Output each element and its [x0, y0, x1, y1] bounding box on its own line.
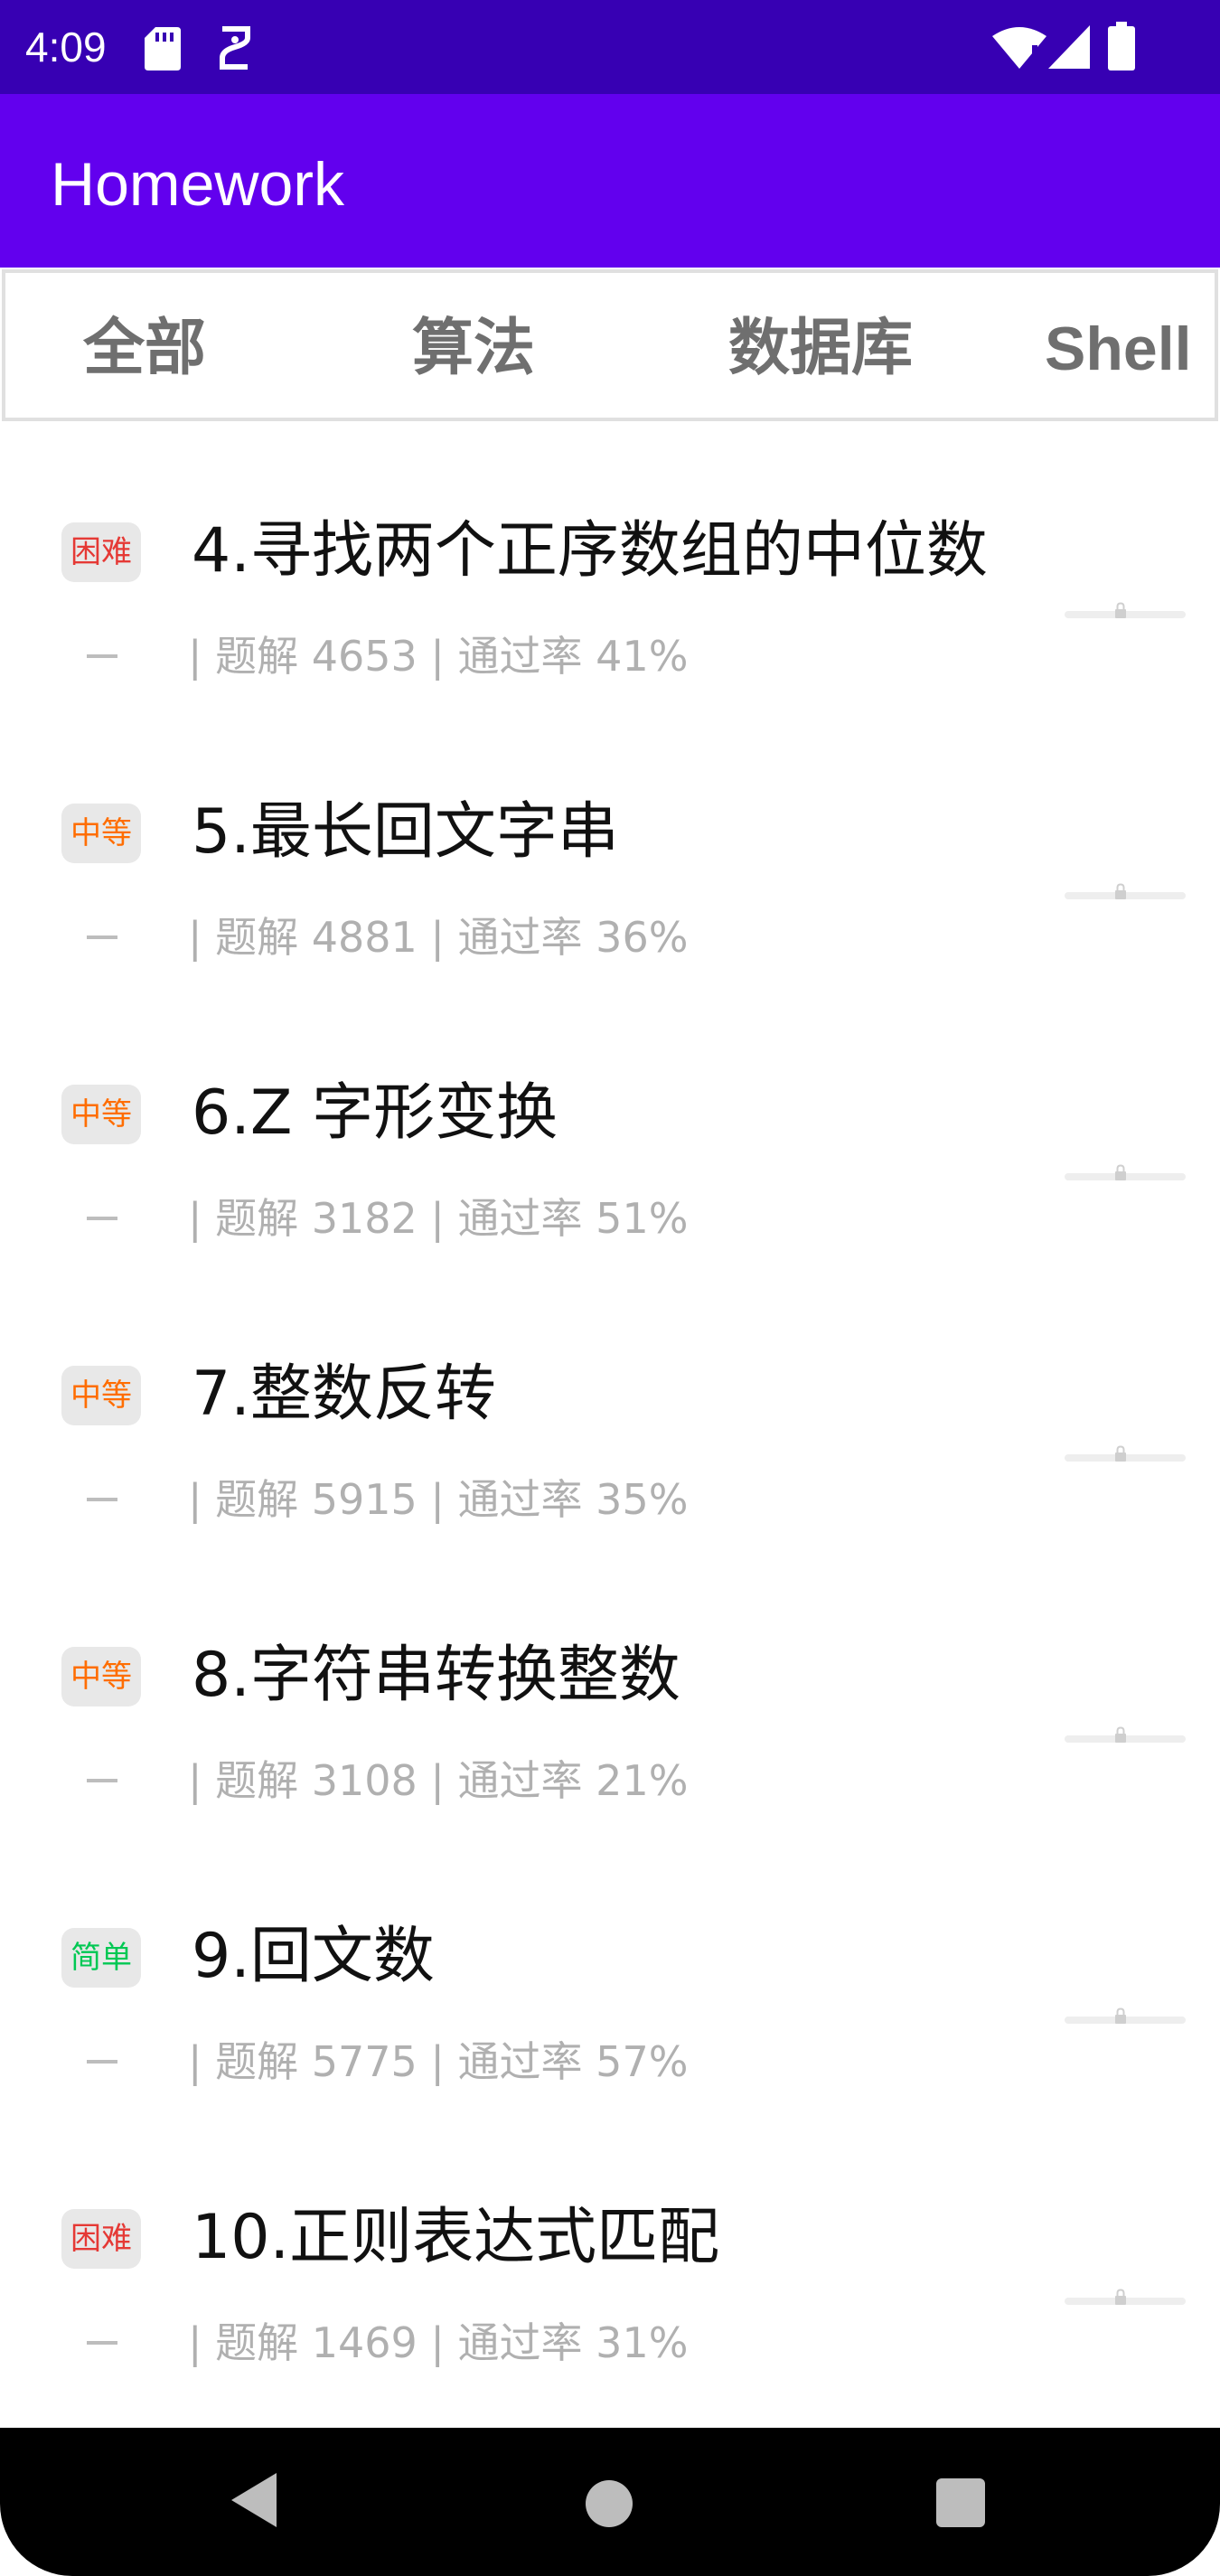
problem-title: 6.Z 字形变换 — [192, 1077, 558, 1149]
lock-icon — [1115, 1164, 1126, 1180]
tab-algorithms[interactable]: 算法 — [412, 313, 535, 385]
lock-icon — [1115, 602, 1126, 618]
problem-meta: | 题解 4881 | 通过率 36% — [188, 913, 689, 962]
status-dash — [87, 2341, 117, 2345]
lock-icon — [1115, 1445, 1126, 1462]
status-bar: 4:09 — [0, 0, 1220, 94]
lock-icon — [1115, 1726, 1126, 1743]
recents-icon[interactable] — [936, 2478, 985, 2527]
problem-row[interactable]: 困难 10.正则表达式匹配 | 题解 1469 | 通过率 31% — [0, 2111, 1220, 2393]
problem-title: 9.回文数 — [192, 1921, 435, 1992]
difficulty-badge: 困难 — [61, 2209, 141, 2269]
problem-row[interactable]: 困难 4.寻找两个正序数组的中位数 | 题解 4653 | 通过率 41% — [0, 425, 1220, 706]
wifi-icon — [992, 27, 1046, 69]
difficulty-badge: 简单 — [61, 1928, 141, 1988]
category-tabs: 全部 算法 数据库 Shell — [2, 269, 1218, 421]
navigation-bar — [0, 2428, 1220, 2576]
difficulty-badge: 困难 — [61, 522, 141, 582]
status-time: 4:09 — [25, 24, 107, 71]
difficulty-badge: 中等 — [61, 1647, 141, 1706]
tab-all[interactable]: 全部 — [83, 313, 206, 385]
problem-title: 10.正则表达式匹配 — [192, 2202, 720, 2273]
tab-shell[interactable]: Shell — [1045, 313, 1192, 385]
problem-meta: | 题解 4653 | 通过率 41% — [188, 632, 689, 681]
lock-icon — [1115, 883, 1126, 899]
difficulty-badge: 中等 — [61, 1366, 141, 1425]
home-icon[interactable] — [586, 2480, 633, 2527]
problem-title: 7.整数反转 — [192, 1359, 496, 1430]
problem-title: 4.寻找两个正序数组的中位数 — [192, 515, 988, 587]
difficulty-badge: 中等 — [61, 1085, 141, 1144]
problem-meta: | 题解 5915 | 通过率 35% — [188, 1475, 689, 1524]
status-dash — [87, 1779, 117, 1782]
status-dash — [87, 935, 117, 939]
lock-icon — [1115, 2007, 1126, 2024]
screen: 4:09 Homework 全部 算法 数据库 Shell 困难 4.寻找两个正… — [0, 0, 1220, 2576]
lock-icon — [1115, 2289, 1126, 2305]
sd-card-icon — [145, 27, 181, 71]
problem-meta: | 题解 1469 | 通过率 31% — [188, 2318, 689, 2367]
problem-row[interactable]: 中等 5.最长回文字串 | 题解 4881 | 通过率 36% — [0, 706, 1220, 987]
problem-meta: | 题解 5775 | 通过率 57% — [188, 2037, 689, 2086]
difficulty-badge: 中等 — [61, 804, 141, 863]
assistant-icon — [220, 26, 250, 70]
problem-row[interactable]: 中等 8.字符串转换整数 | 题解 3108 | 通过率 21% — [0, 1549, 1220, 1830]
problem-title: 8.字符串转换整数 — [192, 1640, 680, 1711]
problem-row[interactable]: 中等 6.Z 字形变换 | 题解 3182 | 通过率 51% — [0, 987, 1220, 1268]
problem-title: 5.最长回文字串 — [192, 796, 619, 868]
battery-icon — [1108, 22, 1135, 71]
app-bar: Homework — [0, 94, 1220, 268]
status-dash — [87, 2060, 117, 2064]
problem-row[interactable]: 中等 7.整数反转 | 题解 5915 | 通过率 35% — [0, 1268, 1220, 1549]
status-dash — [87, 1217, 117, 1220]
problem-meta: | 题解 3182 | 通过率 51% — [188, 1194, 689, 1243]
signal-icon — [1048, 25, 1090, 69]
tab-database[interactable]: 数据库 — [728, 313, 913, 385]
status-dash — [87, 654, 117, 658]
problem-meta: | 题解 3108 | 通过率 21% — [188, 1756, 689, 1805]
problem-row[interactable]: 简单 9.回文数 | 题解 5775 | 通过率 57% — [0, 1830, 1220, 2111]
status-dash — [87, 1498, 117, 1501]
app-title: Homework — [51, 150, 344, 219]
back-icon[interactable] — [231, 2473, 277, 2527]
